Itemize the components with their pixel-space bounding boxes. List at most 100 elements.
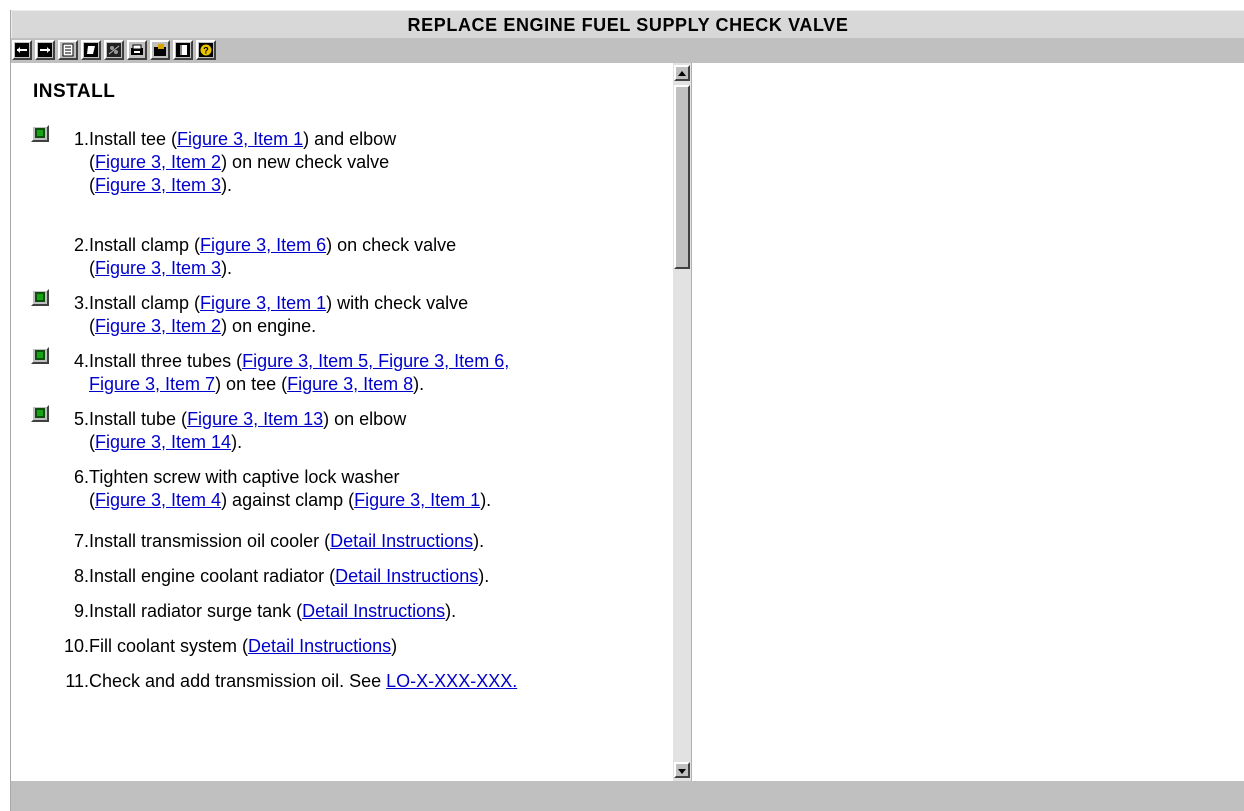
multimedia-icon[interactable] [31, 405, 49, 422]
step-text: Install clamp ( [89, 293, 201, 313]
step-text: Tighten screw with captive lock washer [89, 467, 400, 487]
contents-button[interactable] [58, 40, 78, 60]
step-8: 8. Install engine coolant radiator (Deta… [11, 565, 489, 588]
step-number: 1. [73, 129, 89, 149]
step-9: 9. Install radiator surge tank (Detail I… [11, 600, 456, 623]
figure-link[interactable]: Figure 3, Item 4 [95, 490, 221, 510]
back-arrow-icon [15, 43, 29, 57]
page-icon [62, 43, 74, 57]
print-icon [131, 44, 143, 55]
step-number: 2. [73, 235, 89, 255]
toolbar: ? [11, 38, 1244, 63]
step-text: Install transmission oil cooler ( [89, 531, 331, 551]
step-1: 1. Install tee (Figure 3, Item 1) and el… [11, 125, 397, 197]
step-text: Install tube ( [89, 409, 188, 429]
step-5: 5. Install tube (Figure 3, Item 13) on e… [11, 405, 407, 454]
step-text: ) [391, 636, 398, 656]
step-text: ). [231, 432, 243, 452]
step-7: 7. Install transmission oil cooler (Deta… [11, 530, 484, 553]
step-number: 9. [73, 601, 89, 621]
figure-button[interactable] [104, 40, 124, 60]
scroll-up-arrow-icon [678, 71, 686, 76]
figure-link[interactable]: Figure 3, Item 13 [187, 409, 323, 429]
step-text: ). [478, 566, 490, 586]
help-button[interactable]: ? [196, 40, 216, 60]
step-text: Install tee ( [89, 129, 178, 149]
step-text: ) and elbow [303, 129, 397, 149]
step-text: ) on check valve [326, 235, 457, 255]
bookmark-button[interactable] [81, 40, 101, 60]
figure-link[interactable]: Figure 3, Item 3 [95, 175, 221, 195]
figure-link[interactable]: LO-X-XXX-XXX. [386, 671, 517, 691]
step-text: ). [445, 601, 457, 621]
vertical-scrollbar[interactable] [673, 63, 692, 781]
step-number: 4. [73, 351, 89, 371]
step-text: ) on new check valve [221, 152, 390, 172]
step-text: ) on elbow [323, 409, 407, 429]
multimedia-icon[interactable] [31, 289, 49, 306]
figure-link[interactable]: Detail Instructions [335, 566, 478, 586]
figure-pane [692, 63, 1244, 781]
figure-link[interactable]: Figure 3, Item 2 [95, 152, 221, 172]
multimedia-glyph-icon [35, 350, 45, 360]
step-number: 3. [73, 293, 89, 313]
scroll-thumb[interactable] [674, 85, 690, 269]
multimedia-glyph-icon [35, 128, 45, 138]
step-text: ). [413, 374, 425, 394]
step-4: 4. Install three tubes (Figure 3, Item 5… [11, 347, 509, 396]
step-number: 10. [63, 636, 89, 656]
step-text: Check and add transmission oil. See [89, 671, 387, 691]
step-text: Install radiator surge tank ( [89, 601, 303, 621]
step-text: ). [480, 490, 492, 510]
image-icon [107, 43, 121, 57]
multimedia-glyph-icon [35, 408, 45, 418]
folder-icon [154, 44, 166, 56]
step-text: ). [221, 258, 233, 278]
figure-link[interactable]: Figure 3, Item 6 [200, 235, 326, 255]
forward-button[interactable] [35, 40, 55, 60]
figure-link[interactable]: Figure 3, Item 1 [354, 490, 480, 510]
status-bar [11, 781, 1244, 811]
scroll-down-button[interactable] [674, 762, 690, 778]
procedure-content: INSTALL 1. Install tee (Figure 3, Item 1… [11, 63, 673, 781]
multimedia-icon[interactable] [31, 125, 49, 142]
step-text: Install clamp ( [89, 235, 201, 255]
figure-link[interactable]: Figure 3, Item 1 [177, 129, 303, 149]
figure-link[interactable]: Figure 3, Item 3 [95, 258, 221, 278]
library-button[interactable] [173, 40, 193, 60]
scroll-down-arrow-icon [678, 769, 686, 774]
multimedia-icon[interactable] [31, 347, 49, 364]
step-10: 10. Fill coolant system (Detail Instruct… [11, 635, 397, 658]
scroll-up-button[interactable] [674, 65, 690, 81]
step-number: 7. [73, 531, 89, 551]
step-text: ) on tee ( [215, 374, 288, 394]
step-text: Install engine coolant radiator ( [89, 566, 336, 586]
left-frame-edge [0, 10, 11, 811]
step-number: 6. [73, 467, 89, 487]
figure-link[interactable]: Detail Instructions [330, 531, 473, 551]
figure-link[interactable]: Detail Instructions [248, 636, 391, 656]
step-11: 11. Check and add transmission oil. See … [11, 670, 517, 693]
step-3: 3. Install clamp (Figure 3, Item 1) with… [11, 289, 469, 338]
step-text: ). [473, 531, 485, 551]
open-folder-button[interactable] [150, 40, 170, 60]
step-text: ). [221, 175, 233, 195]
step-number: 8. [73, 566, 89, 586]
help-icon: ? [199, 43, 213, 57]
step-text: ) against clamp ( [221, 490, 355, 510]
figure-link[interactable]: Figure 3, Item 7 [89, 374, 215, 394]
step-2: 2. Install clamp (Figure 3, Item 6) on c… [11, 234, 456, 280]
step-number: 5. [73, 409, 89, 429]
figure-link[interactable]: Detail Instructions [302, 601, 445, 621]
figure-link[interactable]: Figure 3, Item 5, Figure 3, Item 6, [242, 351, 509, 371]
step-text: ) on engine. [221, 316, 317, 336]
step-number: 11. [65, 671, 89, 691]
back-button[interactable] [12, 40, 32, 60]
step-text: ) with check valve [326, 293, 469, 313]
figure-link[interactable]: Figure 3, Item 14 [95, 432, 231, 452]
print-button[interactable] [127, 40, 147, 60]
figure-link[interactable]: Figure 3, Item 2 [95, 316, 221, 336]
figure-link[interactable]: Figure 3, Item 8 [287, 374, 413, 394]
figure-link[interactable]: Figure 3, Item 1 [200, 293, 326, 313]
forward-arrow-icon [38, 43, 52, 57]
